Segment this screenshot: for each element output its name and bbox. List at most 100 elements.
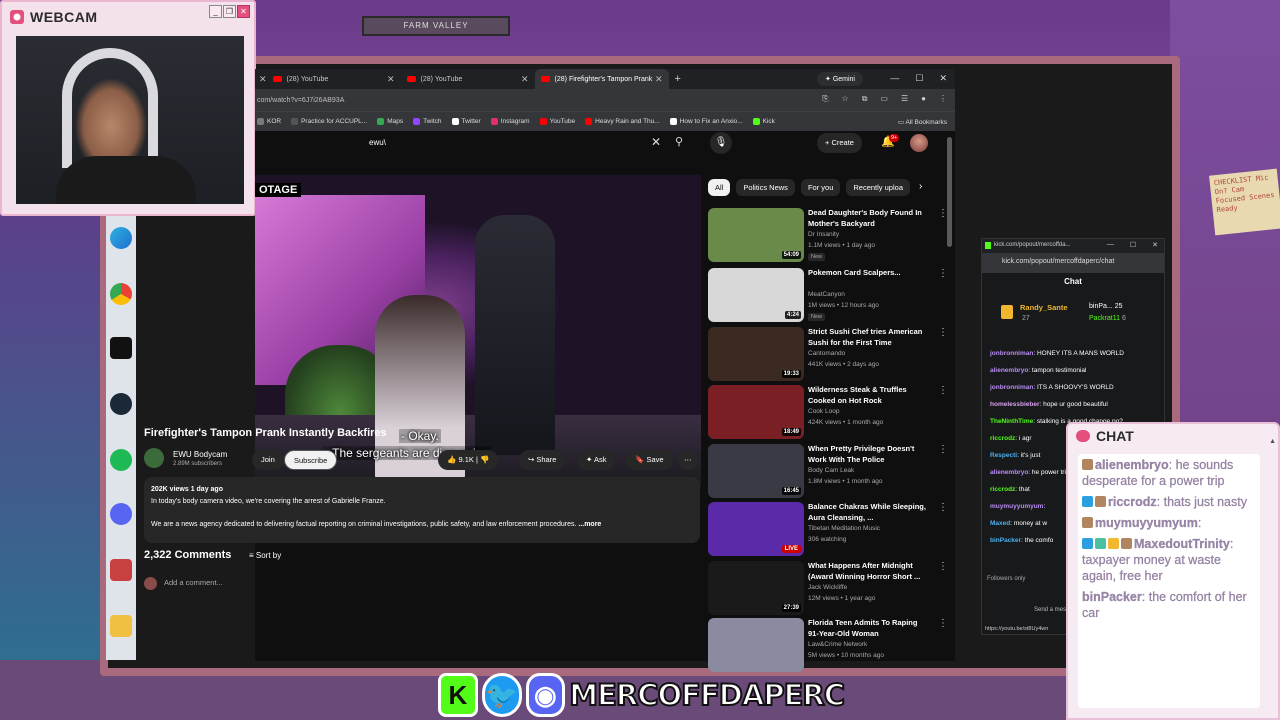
share-button[interactable]: ↪ Share — [519, 450, 566, 470]
recommendation-channel[interactable]: Jack Wickliffe — [808, 584, 847, 591]
more-options-icon[interactable]: ⋮ — [938, 327, 948, 338]
recommendation-title[interactable]: Florida Teen Admits To Raping 91-Year-Ol… — [808, 618, 928, 639]
bookmark-3[interactable]: Twitch — [413, 118, 442, 125]
recommendation-item[interactable]: 27:39 What Happens After Midnight (Award … — [708, 561, 948, 616]
kick-chat-username[interactable]: jonbronniman — [990, 350, 1033, 357]
more-actions-icon[interactable]: ⋯ — [678, 450, 698, 470]
minimize-icon[interactable]: — — [1107, 241, 1114, 249]
url-text[interactable]: com/watch?v=6J7i26AB93A — [257, 97, 344, 104]
close-icon[interactable]: ✕ — [655, 74, 663, 85]
restore-icon[interactable]: ❐ — [223, 5, 236, 18]
video-thumbnail[interactable]: 54:09 — [708, 208, 804, 262]
video-thumbnail[interactable]: 27:39 — [708, 561, 804, 615]
create-button[interactable]: + Create — [817, 133, 862, 153]
add-comment-input[interactable]: Add a comment... — [164, 578, 223, 587]
tab-firefighter[interactable]: (28) Firefighter's Tampon Prank ✕ — [534, 69, 669, 89]
kick-chat-username[interactable]: jonbronniman — [990, 384, 1033, 391]
chip-all[interactable]: All — [708, 179, 731, 196]
kick-chat-username[interactable]: TheNinthTime — [990, 418, 1033, 425]
search-input[interactable]: ewu\ — [361, 133, 665, 153]
menu-icon[interactable]: ⋮ — [939, 94, 947, 104]
more-options-icon[interactable]: ⋮ — [938, 268, 948, 279]
minimize-icon[interactable]: — — [890, 73, 899, 84]
recommendation-title[interactable]: Strict Sushi Chef tries American Sushi f… — [808, 327, 928, 348]
bookmark-6[interactable]: YouTube — [539, 118, 575, 125]
recommendation-title[interactable]: Wilderness Steak & Truffles Cooked on Ho… — [808, 385, 928, 406]
close-icon[interactable]: ✕ — [1152, 241, 1158, 249]
sidebar-icon[interactable]: ☰ — [901, 94, 908, 104]
kick-chat-username[interactable]: riccrodz — [990, 486, 1015, 493]
close-icon[interactable]: ✕ — [387, 74, 395, 85]
video-thumbnail[interactable]: 19:33 — [708, 327, 804, 381]
kick-chat-username[interactable]: riccrodz — [990, 435, 1015, 442]
video-thumbnail[interactable]: 18:49 — [708, 385, 804, 439]
file-icon[interactable] — [110, 615, 132, 637]
chevron-right-icon[interactable]: › — [919, 181, 922, 192]
video-player[interactable]: OTAGE - Okay. - The sergeants are discus… — [255, 175, 701, 487]
more-options-icon[interactable]: ⋮ — [938, 502, 948, 513]
recommendation-channel[interactable]: Law&Crime Network — [808, 641, 867, 648]
more-options-icon[interactable]: ⋮ — [938, 208, 948, 219]
clear-search-icon[interactable]: ✕ — [651, 135, 661, 149]
close-icon[interactable]: ✕ — [939, 73, 947, 84]
bookmark-9[interactable]: Kick — [752, 118, 775, 125]
tab-youtube-1[interactable]: (28) YouTube ✕ — [267, 69, 401, 89]
bookmark-2[interactable]: Maps — [377, 118, 403, 125]
all-bookmarks[interactable]: ▭ All Bookmarks — [898, 118, 947, 126]
maximize-icon[interactable]: ☐ — [915, 73, 923, 84]
kick-chat-username[interactable]: alienembryo — [990, 367, 1028, 374]
recommendation-item[interactable]: LIVE Balance Chakras While Sleeping, Aura… — [708, 502, 948, 557]
chip-for-you[interactable]: For you — [800, 179, 841, 196]
folder-icon[interactable] — [110, 559, 132, 581]
recommendation-channel[interactable]: Tibetan Meditation Music — [808, 525, 880, 532]
video-thumbnail[interactable]: 4:24 — [708, 268, 804, 322]
top-gifter-name[interactable]: Randy_Sante — [1020, 303, 1068, 312]
recommendation-item[interactable]: 19:33 Strict Sushi Chef tries American Su… — [708, 327, 948, 382]
recommendation-title[interactable]: When Pretty Privilege Doesn't Work With … — [808, 444, 928, 465]
recommendation-item[interactable]: 4:24 Pokemon Card Scalpers... MeatCanyon 1M… — [708, 268, 948, 323]
recommendation-title[interactable]: Balance Chakras While Sleeping, Aura Cle… — [808, 502, 928, 523]
recommendation-channel[interactable]: Cook Loop — [808, 408, 839, 415]
recommendation-title[interactable]: Pokemon Card Scalpers... — [808, 268, 928, 279]
more-options-icon[interactable]: ⋮ — [938, 618, 948, 629]
channel-name[interactable]: EWU Bodycam — [173, 450, 227, 459]
video-thumbnail[interactable]: 16:45 — [708, 444, 804, 498]
spotify-icon[interactable] — [110, 449, 132, 471]
minimize-icon[interactable]: _ — [209, 5, 222, 18]
recommendation-channel[interactable]: MeatCanyon — [808, 291, 845, 298]
search-icon[interactable]: ⚲ — [675, 135, 683, 148]
bookmark-7[interactable]: Heavy Rain and Thu... — [585, 118, 660, 125]
recommendation-title[interactable]: Dead Daughter's Body Found In Mother's B… — [808, 208, 928, 229]
install-icon[interactable]: ⎘ — [822, 94, 828, 104]
channel-avatar[interactable] — [144, 448, 164, 468]
video-thumbnail[interactable] — [708, 618, 804, 672]
subscribe-button[interactable]: Subscribe — [284, 450, 338, 470]
kick-chat-username[interactable]: Respecti — [990, 452, 1017, 459]
recommendation-channel[interactable]: Cantomando — [808, 350, 845, 357]
address-bar[interactable]: com/watch?v=6J7i26AB93A ⎘ ☆ ⧉ ▭ ☰ ● ⋮ — [255, 89, 955, 111]
close-icon[interactable]: ✕ — [237, 5, 250, 18]
kick-chat-username[interactable]: binPacker — [990, 537, 1021, 544]
recommendation-item[interactable]: 18:49 Wilderness Steak & Truffles Cooked … — [708, 385, 948, 440]
bookmark-4[interactable]: Twitter — [451, 118, 481, 125]
kick-chat-username[interactable]: Maxed — [990, 520, 1010, 527]
chrome-icon[interactable] — [110, 283, 132, 305]
gemini-button[interactable]: ✦ Gemini — [817, 72, 863, 86]
edge-icon[interactable] — [110, 227, 132, 249]
video-thumbnail[interactable]: LIVE — [708, 502, 804, 556]
like-button[interactable]: 👍 9.1K | 👎 — [438, 450, 499, 470]
bookmark-1[interactable]: Practice for ACCUPL... — [291, 118, 367, 125]
kick-chat-username[interactable]: alienembryo — [990, 469, 1028, 476]
bookmark-8[interactable]: How to Fix an Anxio... — [669, 118, 743, 125]
avatar[interactable] — [910, 134, 928, 152]
discord-icon[interactable] — [110, 503, 132, 525]
kick-chat-username[interactable]: homelessbieber — [990, 401, 1040, 408]
kick-url-bar[interactable]: kick.com/popout/mercoffdaperc/chat — [982, 253, 1164, 273]
star-icon[interactable]: ☆ — [842, 94, 849, 104]
more-options-icon[interactable]: ⋮ — [938, 444, 948, 455]
sort-by-button[interactable]: ≡ Sort by — [249, 551, 281, 560]
show-more-link[interactable]: ...more — [578, 521, 601, 528]
kick-chat-username[interactable]: muymuyyumyum — [990, 503, 1043, 510]
recommendation-channel[interactable]: Dr Insanity — [808, 231, 839, 238]
steam-icon[interactable] — [110, 393, 132, 415]
